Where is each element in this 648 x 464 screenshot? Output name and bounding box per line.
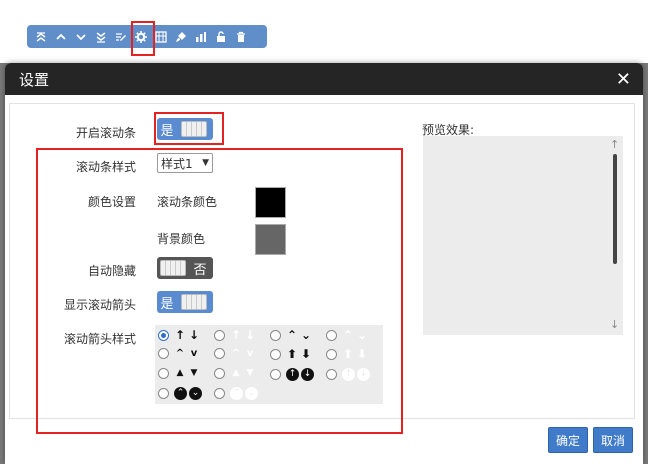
arrow-style-option-13[interactable]: ⌃ ⌄ — [158, 387, 202, 400]
arrow-style-option-6[interactable]: ^ v — [214, 348, 256, 359]
auto-hide-label: 自动隐藏 — [87, 264, 136, 278]
dialog-header: 设置 ✕ — [5, 63, 643, 95]
double-up-icon[interactable] — [31, 27, 51, 47]
chart-icon[interactable] — [191, 27, 211, 47]
arrow-style-label: 滚动箭头样式 — [63, 332, 136, 346]
switch-state-text: 是 — [160, 123, 174, 139]
close-icon[interactable]: ✕ — [616, 69, 631, 90]
arrow-style-grid: ↑ ↓ ↑ ↓ ⌃ ⌄ ⌃ ⌄ ^ v ^ v ⬆ ⬇ ⬆ ⬇ ▲ ▼ ▲ ▼ ↑ ↓ ↑ ↓ ⌃ ⌄ ⌃… — [155, 325, 383, 404]
auto-hide-switch[interactable]: 否 — [157, 257, 213, 279]
arrow-style-option-4[interactable]: ⌃ ⌄ — [326, 329, 368, 341]
color-settings-label: 颜色设置 — [87, 195, 136, 209]
bar-color-swatch[interactable] — [255, 187, 286, 218]
arrow-style-option-8[interactable]: ⬆ ⬇ — [326, 348, 368, 360]
arrow-style-option-14[interactable]: ⌃ ⌄ — [214, 387, 258, 400]
ok-button[interactable]: 确定 — [548, 427, 589, 453]
switch-knob — [181, 294, 207, 310]
switch-state-text: 是 — [160, 296, 174, 312]
preview-area: ↑ ↓ — [423, 136, 623, 335]
scrollbar-style-label: 滚动条样式 — [75, 160, 136, 174]
arrow-style-option-1[interactable]: ↑ ↓ — [158, 329, 200, 341]
switch-state-text: 否 — [193, 262, 207, 278]
scrollbar-style-select[interactable]: 样式1 ▼ — [157, 153, 213, 173]
chevron-up-icon[interactable] — [51, 27, 71, 47]
arrow-style-option-2[interactable]: ↑ ↓ — [214, 329, 256, 341]
preview-down-arrow-icon: ↓ — [610, 318, 620, 331]
chevron-down-icon: ▼ — [202, 158, 209, 168]
dialog-title: 设置 — [19, 70, 50, 89]
switch-knob — [160, 260, 186, 276]
arrow-style-option-11[interactable]: ↑ ↓ — [270, 368, 314, 381]
switch-knob — [181, 121, 207, 137]
gear-highlight-box — [131, 21, 155, 56]
select-value: 样式1 — [161, 156, 193, 171]
arrow-style-option-12[interactable]: ↑ ↓ — [326, 368, 370, 381]
arrow-style-option-5[interactable]: ^ v — [158, 348, 200, 359]
unlock-icon[interactable] — [211, 27, 231, 47]
preview-scrollbar-thumb — [613, 154, 617, 264]
preview-up-arrow-icon: ↑ — [610, 138, 620, 151]
arrow-style-option-3[interactable]: ⌃ ⌄ — [270, 329, 312, 341]
trash-icon[interactable] — [231, 27, 251, 47]
chevron-down-icon[interactable] — [71, 27, 91, 47]
brush-icon[interactable] — [171, 27, 191, 47]
enable-scrollbar-label: 开启滚动条 — [75, 126, 136, 140]
cancel-button[interactable]: 取消 — [593, 427, 634, 453]
double-down-icon[interactable] — [91, 27, 111, 47]
arrow-style-option-7[interactable]: ⬆ ⬇ — [270, 348, 312, 360]
enable-scrollbar-switch[interactable]: 是 — [157, 118, 213, 140]
show-arrows-switch[interactable]: 是 — [157, 291, 213, 313]
arrow-style-option-9[interactable]: ▲ ▼ — [158, 368, 200, 379]
bg-color-label: 背景颜色 — [157, 232, 206, 246]
show-arrows-label: 显示滚动箭头 — [63, 298, 136, 312]
bar-color-label: 滚动条颜色 — [157, 195, 218, 209]
arrow-style-option-10[interactable]: ▲ ▼ — [214, 368, 256, 379]
bg-color-swatch[interactable] — [255, 224, 286, 255]
edit-icon[interactable] — [111, 27, 131, 47]
